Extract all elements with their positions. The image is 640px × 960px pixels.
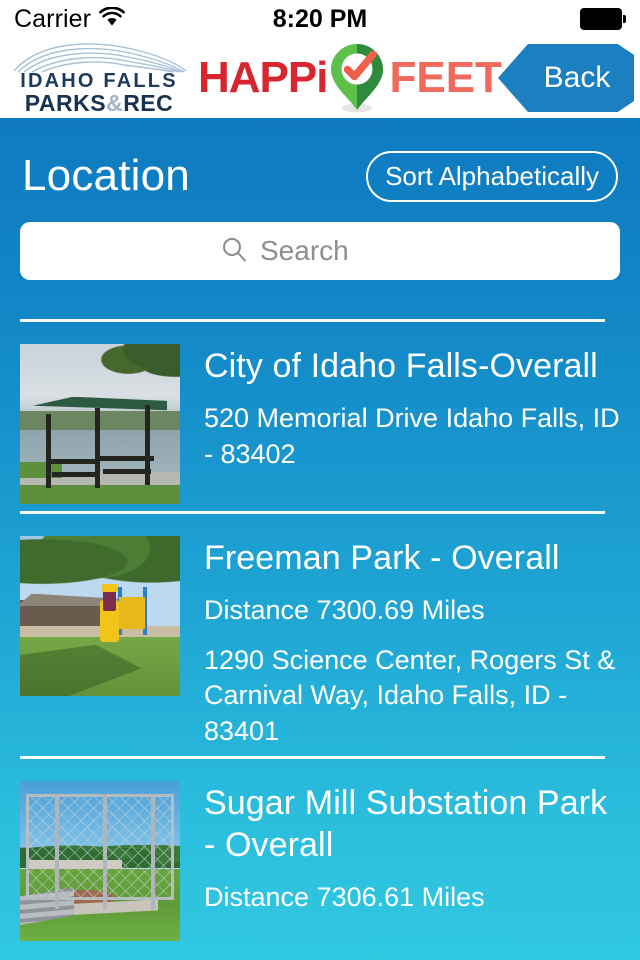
- wifi-icon: [99, 5, 125, 32]
- org-logo-rec: REC: [123, 90, 174, 116]
- location-thumbnail: [20, 536, 180, 696]
- location-row[interactable]: City of Idaho Falls-Overall 520 Memorial…: [20, 322, 620, 510]
- list-divider: [20, 319, 605, 322]
- happi-feet-logo: HAPPi FEET: [198, 42, 502, 114]
- status-bar-left: Carrier: [14, 5, 125, 34]
- status-bar-right: [580, 8, 626, 30]
- list-divider: [20, 511, 605, 514]
- location-list: City of Idaho Falls-Overall 520 Memorial…: [0, 318, 640, 947]
- list-item[interactable]: Sugar Mill Substation Park - Overall Dis…: [20, 755, 620, 947]
- list-item[interactable]: City of Idaho Falls-Overall 520 Memorial…: [20, 318, 620, 510]
- location-texts: Sugar Mill Substation Park - Overall Dis…: [204, 781, 620, 941]
- feet-wordmark: FEET: [389, 53, 502, 102]
- list-divider: [20, 756, 605, 760]
- carrier-label: Carrier: [14, 4, 92, 33]
- content-area: Location Sort Alphabetically Search City…: [0, 118, 640, 960]
- location-texts: City of Idaho Falls-Overall 520 Memorial…: [204, 344, 620, 504]
- location-name: City of Idaho Falls-Overall: [204, 347, 598, 385]
- location-thumbnail: [20, 344, 180, 504]
- location-row[interactable]: Freeman Park - Overall Distance 7300.69 …: [20, 514, 620, 755]
- list-item[interactable]: Freeman Park - Overall Distance 7300.69 …: [20, 510, 620, 755]
- search-icon: [220, 235, 248, 268]
- org-logo-line2: PARKS&REC: [14, 90, 184, 117]
- page-title: Location: [22, 151, 190, 200]
- location-texts: Freeman Park - Overall Distance 7300.69 …: [204, 536, 620, 749]
- search-bar-container: [0, 208, 640, 280]
- org-logo-ampersand: &: [106, 90, 124, 116]
- location-distance: Distance 7300.69 Miles: [204, 595, 485, 626]
- happi-wordmark: HAPPi: [198, 53, 328, 102]
- map-pin-check-icon: [329, 42, 385, 114]
- org-logo-parks: PARKS: [24, 90, 107, 116]
- app-screen: Carrier 8:20 PM IDAHO FALLS PARKS&REC HA…: [0, 0, 640, 960]
- location-thumbnail: [20, 781, 180, 942]
- location-address: 1290 Science Center, Rogers St & Carniva…: [204, 644, 616, 746]
- back-button[interactable]: Back: [498, 44, 634, 112]
- location-name: Freeman Park - Overall: [204, 539, 560, 577]
- location-address: 520 Memorial Drive Idaho Falls, ID - 834…: [204, 403, 620, 470]
- app-header: IDAHO FALLS PARKS&REC HAPPi FEET Back: [0, 38, 640, 118]
- search-bar[interactable]: [20, 222, 620, 280]
- location-distance: Distance 7306.61 Miles: [204, 882, 485, 913]
- idaho-falls-parks-rec-logo: IDAHO FALLS PARKS&REC: [8, 42, 187, 117]
- search-input[interactable]: [260, 235, 420, 267]
- sort-alphabetically-button[interactable]: Sort Alphabetically: [366, 150, 618, 202]
- location-row[interactable]: Sugar Mill Substation Park - Overall Dis…: [20, 759, 620, 947]
- page-header-row: Location Sort Alphabetically: [0, 118, 640, 208]
- status-bar: Carrier 8:20 PM: [0, 0, 640, 38]
- location-name: Sugar Mill Substation Park - Overall: [204, 784, 608, 864]
- back-button-label: Back: [543, 61, 611, 94]
- battery-full-icon: [580, 8, 626, 30]
